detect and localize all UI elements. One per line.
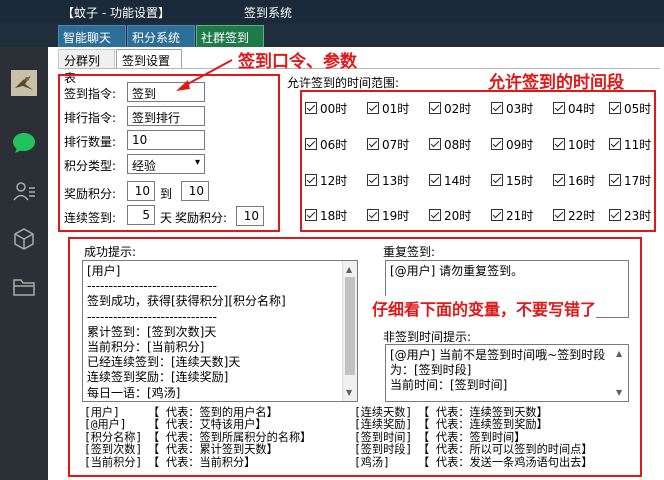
- time-range-label: 允许签到的时间范围:: [287, 76, 400, 90]
- sidebar: [0, 47, 48, 480]
- annotation-careful: 仔细看下面的变量，不要写错了: [372, 296, 597, 320]
- tab-label: 社群签到: [201, 31, 250, 45]
- chat-icon[interactable]: [10, 129, 38, 157]
- tab-group-list[interactable]: 分群列表: [58, 49, 115, 85]
- title-bar: 【蚊子 - 功能设置】 签到系统: [0, 0, 664, 23]
- tab-points-system[interactable]: 积分系统: [127, 25, 195, 47]
- tab-group-checkin[interactable]: 社群签到: [196, 25, 264, 47]
- app-title: 【蚊子 - 功能设置】: [62, 6, 170, 20]
- window-title: 签到系统: [244, 6, 293, 20]
- tab-label: 智能聊天: [63, 31, 112, 45]
- tab-smart-chat[interactable]: 智能聊天: [58, 25, 126, 47]
- tab-label: 签到设置: [122, 54, 171, 68]
- folder-icon[interactable]: [10, 273, 38, 301]
- avatar[interactable]: [10, 69, 38, 97]
- tab-label: 积分系统: [132, 31, 181, 45]
- annotation-box-hours: [300, 90, 656, 232]
- contacts-icon[interactable]: [10, 177, 38, 205]
- annotation-box-params: [58, 74, 280, 232]
- annotation-arrow: [176, 59, 233, 91]
- cube-icon[interactable]: [10, 225, 38, 253]
- annotation-cmd-params: 签到口令、参数: [238, 52, 357, 72]
- annotation-box-messages: [68, 237, 642, 477]
- annotation-time-slot: 允许签到的时间段: [488, 73, 624, 93]
